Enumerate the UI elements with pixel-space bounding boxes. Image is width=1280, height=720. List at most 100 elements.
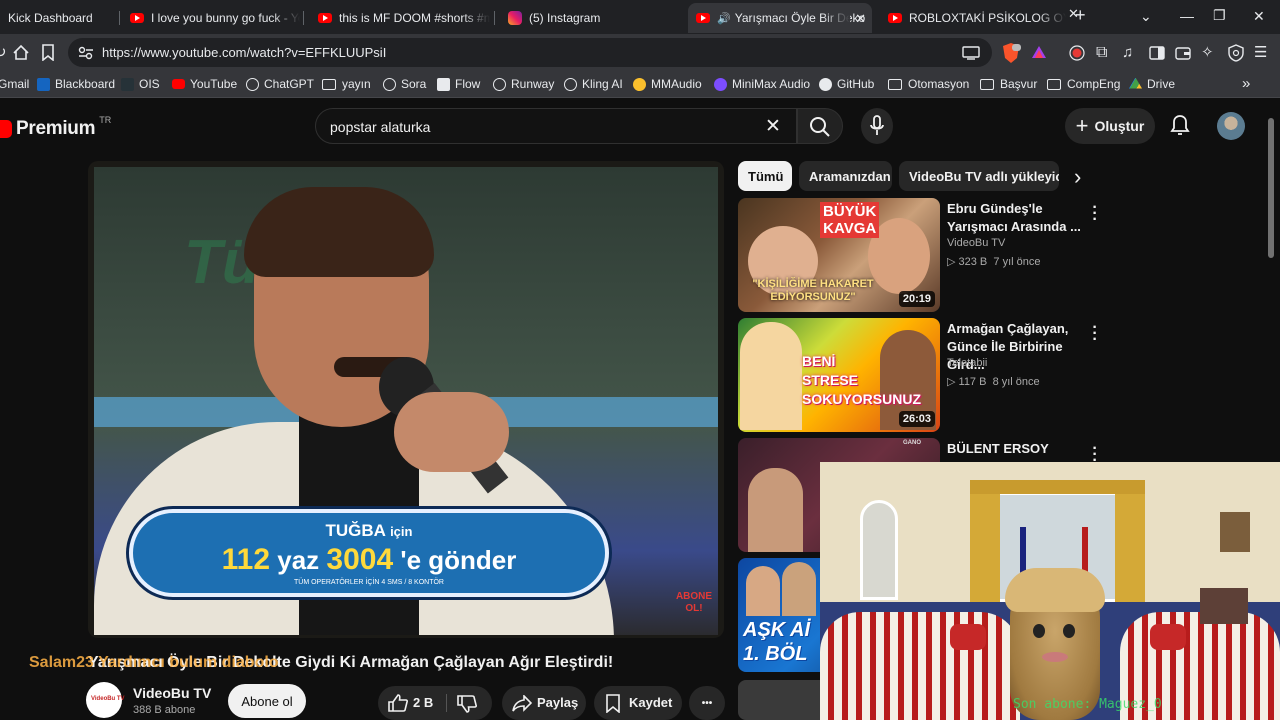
bookmark-mmaudio[interactable]: MMAudio xyxy=(633,77,702,91)
chip-all[interactable]: Tümü xyxy=(738,161,792,191)
video-person-hand xyxy=(394,392,509,472)
restore-icon[interactable]: ❐ xyxy=(1213,7,1226,24)
search-input[interactable]: popstar alaturka ✕ xyxy=(315,108,797,144)
tab-youtube-bunny[interactable]: I love you bunny go fuck - You xyxy=(122,3,300,33)
tab-roblox[interactable]: ROBLOXTAKİ PSİKOLOG OYUNI xyxy=(880,3,1066,33)
bookmark-kling-ai[interactable]: Kling AI xyxy=(564,77,623,91)
address-bar[interactable]: https://www.youtube.com/watch?v=EFFKLUUP… xyxy=(68,38,992,67)
install-app-icon[interactable] xyxy=(962,46,980,60)
related-menu-icon[interactable]: · · · xyxy=(1092,320,1098,348)
minimize-icon[interactable]: — xyxy=(1180,8,1194,24)
tab-search-chevron-icon[interactable]: ⌄ xyxy=(1140,8,1152,25)
new-tab-button[interactable]: + xyxy=(1075,5,1086,26)
close-window-icon[interactable]: ✕ xyxy=(1253,8,1265,25)
bookmark-star-icon[interactable] xyxy=(41,44,55,61)
wallet-icon[interactable] xyxy=(1175,46,1191,60)
related-title[interactable]: Ebru Gündeş'le Yarışmacı Arasında ... xyxy=(947,200,1087,236)
github-icon xyxy=(819,77,832,91)
bookmark-ois[interactable]: OIS xyxy=(121,77,160,91)
chips-next-chevron-icon[interactable]: › xyxy=(1074,164,1081,190)
sidebar-toggle-icon[interactable] xyxy=(1149,46,1165,60)
tab-active-video[interactable]: 🔊 Yarışmacı Öyle Bir Deko ✕ xyxy=(688,3,872,33)
instagram-favicon-icon xyxy=(508,11,522,25)
blackboard-icon xyxy=(37,77,50,91)
search-button[interactable] xyxy=(797,108,843,144)
close-tab-icon[interactable]: ✕ xyxy=(855,11,866,27)
bookmark-youtube[interactable]: YouTube xyxy=(172,77,237,91)
plus-icon: + xyxy=(1075,113,1089,138)
brave-rewards-icon[interactable] xyxy=(1031,45,1047,59)
channel-avatar[interactable]: VideoBu TV xyxy=(86,682,125,718)
banner-tail: 'e gönder xyxy=(400,545,517,575)
bookmark-drive[interactable]: Drive xyxy=(1129,77,1175,91)
bookmark-minimax-audio[interactable]: MiniMax Audio xyxy=(714,77,810,91)
video-player[interactable]: Tüm TUĞBA için 112 yaz 3004 'e gönder TÜ… xyxy=(88,161,724,638)
tab-title: Kick Dashboard xyxy=(8,11,93,25)
menu-icon[interactable]: ☰ xyxy=(1254,43,1267,63)
thumbs-down-icon[interactable] xyxy=(457,695,477,713)
extensions-icon[interactable]: ⧉ xyxy=(1096,43,1107,63)
home-icon[interactable] xyxy=(12,44,30,61)
bookmark-gmail[interactable]: Gmail xyxy=(0,77,29,91)
related-menu-icon[interactable]: · · · xyxy=(1092,200,1098,228)
youtube-premium-logo[interactable]: Premium TR xyxy=(0,115,111,140)
vpn-shield-icon[interactable] xyxy=(1228,44,1244,62)
tab-kick-dashboard[interactable]: Kick Dashboard xyxy=(0,3,118,33)
leo-ai-icon[interactable]: ✧ xyxy=(1201,43,1214,63)
media-controls-icon[interactable]: ♫ xyxy=(1122,43,1133,63)
create-button[interactable]: + Oluştur xyxy=(1065,108,1155,144)
clear-search-icon[interactable]: ✕ xyxy=(765,115,781,138)
bookmark-folder-basvur[interactable]: Başvur xyxy=(980,77,1037,91)
site-settings-icon[interactable] xyxy=(78,46,94,60)
more-actions-button[interactable]: ••• xyxy=(689,686,725,720)
chip-from-search[interactable]: Aramanızdan xyxy=(799,161,892,191)
bookmark-github[interactable]: GitHub xyxy=(819,77,874,91)
bookmark-sora[interactable]: Sora xyxy=(383,77,426,91)
cam-pillow xyxy=(950,624,986,650)
flow-icon xyxy=(437,77,450,91)
like-button[interactable]: 2 B xyxy=(378,686,444,720)
share-button[interactable]: Paylaş xyxy=(502,686,586,720)
bookmark-folder-compeng[interactable]: CompEng xyxy=(1047,77,1120,91)
bookmark-blackboard[interactable]: Blackboard xyxy=(37,77,115,91)
bookmark-folder-yayin[interactable]: yayın xyxy=(322,77,371,91)
speaker-icon: 🔊 xyxy=(717,12,731,25)
related-channel[interactable]: Teletabii xyxy=(947,357,987,369)
reload-icon[interactable]: ↻ xyxy=(0,43,7,63)
chip-from-uploader[interactable]: VideoBu TV adlı yükleyiciden xyxy=(899,161,1059,191)
bookmark-flow[interactable]: Flow xyxy=(437,77,480,91)
related-thumbnail[interactable]: BENİ STRESE SOKUYORSUNUZ 26:03 xyxy=(738,318,940,432)
thumb-person-left xyxy=(740,322,802,430)
cam-drape xyxy=(1115,484,1145,614)
record-icon[interactable] xyxy=(1069,45,1085,61)
more-bookmarks-icon[interactable]: » xyxy=(1242,75,1250,92)
save-button[interactable]: Kaydet xyxy=(594,686,682,720)
related-views: 117 B xyxy=(958,376,987,388)
bookmark-label: ChatGPT xyxy=(264,77,315,91)
tab-youtube-mf-doom[interactable]: this is MF DOOM #shorts #mem xyxy=(310,3,490,33)
video-person-hair xyxy=(244,187,434,277)
bookmark-chatgpt[interactable]: ChatGPT xyxy=(246,77,314,91)
related-channel[interactable]: VideoBu TV xyxy=(947,237,1005,249)
voice-search-button[interactable] xyxy=(861,108,893,144)
channel-name[interactable]: VideoBu TV xyxy=(133,685,211,701)
youtube-favicon-icon xyxy=(696,13,710,23)
bookmark-runway[interactable]: Runway xyxy=(493,77,554,91)
cam-potato-mouth xyxy=(1042,652,1068,662)
bookmark-label: Kling AI xyxy=(582,77,623,91)
brave-shield-icon[interactable] xyxy=(1001,42,1021,64)
page-scrollbar[interactable] xyxy=(1268,118,1274,258)
bookmark-label: CompEng xyxy=(1067,77,1121,91)
related-thumbnail[interactable]: BÜYÜK KAVGA "KİŞİLİĞİME HAKARET EDİYORSU… xyxy=(738,198,940,312)
subscribe-button[interactable]: Abone ol xyxy=(228,684,306,718)
share-icon xyxy=(512,695,532,712)
banner-for: için xyxy=(390,524,413,539)
tab-instagram[interactable]: (5) Instagram xyxy=(500,3,680,33)
microphone-icon xyxy=(870,115,884,135)
avatar[interactable] xyxy=(1217,112,1245,140)
bookmark-label: Runway xyxy=(511,77,555,91)
notifications-bell-icon[interactable] xyxy=(1168,112,1192,140)
like-dislike-group: 2 B xyxy=(378,686,492,720)
webcam-overlay: Son abone: Maguez_0 xyxy=(820,462,1280,720)
bookmark-folder-otomasyon[interactable]: Otomasyon xyxy=(888,77,969,91)
